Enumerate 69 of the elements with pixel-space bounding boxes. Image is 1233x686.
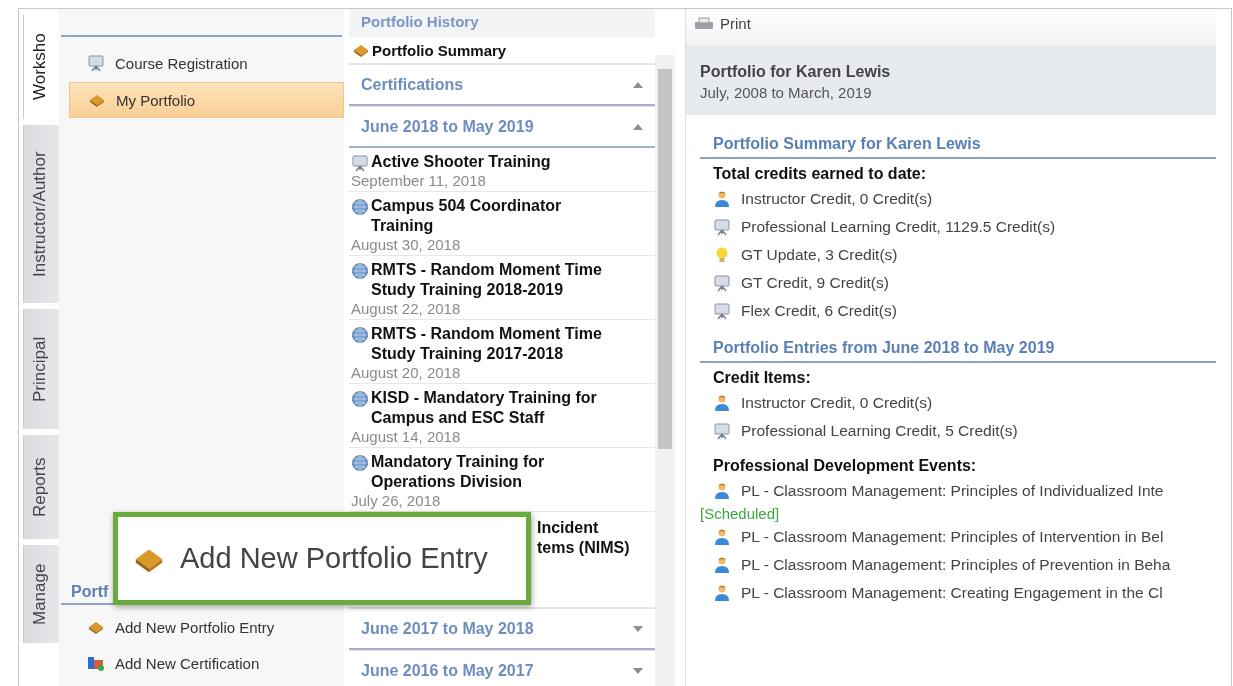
- section-heading: Portfolio Entries from June 2018 to May 2019: [713, 339, 1055, 356]
- credit-item: Professional Learning Credit, 5 Credit(s): [741, 422, 1018, 440]
- printer-icon: [694, 16, 714, 31]
- monitor-icon: [713, 302, 731, 320]
- group-label: Professional Development Events:: [713, 456, 978, 476]
- sidebar-link[interactable]: Add New Certification: [69, 646, 344, 680]
- entry-title[interactable]: Incident tems (NIMS): [537, 518, 655, 558]
- scrollbar[interactable]: [655, 55, 675, 686]
- credit-item: PL - Classroom Management: Principles of Prevention in Beha: [741, 556, 1171, 574]
- sidebar-item[interactable]: Course Registration: [69, 46, 344, 80]
- sidebar-link[interactable]: Add New Portfolio Entry: [69, 610, 344, 644]
- monitor-icon: [87, 54, 105, 72]
- person-icon: [713, 556, 731, 574]
- group-label: Credit Items:: [713, 368, 812, 388]
- vertical-tab[interactable]: Instructor/Author: [23, 125, 59, 303]
- entry-title[interactable]: RMTS - Random Moment Time Study Training 2018-2019: [371, 260, 611, 300]
- credit-item: GT Credit, 9 Credit(s): [741, 274, 889, 292]
- vertical-tab[interactable]: Manage: [23, 545, 59, 643]
- entry-title[interactable]: Campus 504 Coordinator Training: [371, 196, 611, 236]
- collapse-caret-icon[interactable]: [633, 123, 643, 130]
- collapse-caret-icon[interactable]: [633, 81, 643, 88]
- section-heading: Portfolio Summary for Karen Lewis: [713, 135, 981, 152]
- expand-caret-icon[interactable]: [633, 625, 643, 632]
- entry-date: August 22, 2018: [351, 300, 462, 317]
- monitor-icon: [713, 218, 731, 236]
- person-icon: [713, 394, 731, 412]
- monitor-icon: [713, 422, 731, 440]
- credit-item: GT Update, 3 Credit(s): [741, 246, 898, 264]
- certificate-icon: [87, 654, 105, 672]
- credit-item: Professional Learning Credit, 1129.5 Credit(s): [741, 218, 1056, 236]
- globe-icon: [351, 262, 369, 280]
- globe-icon: [351, 326, 369, 344]
- person-icon: [713, 584, 731, 602]
- credit-item: PL - Classroom Management: Principles of Intervention in Bel: [741, 528, 1164, 546]
- report-title: Portfolio for Karen Lewis: [700, 63, 892, 81]
- globe-icon: [351, 390, 369, 408]
- group-label: Total credits earned to date:: [713, 164, 928, 184]
- credit-item: Instructor Credit, 0 Credit(s): [741, 190, 933, 208]
- credit-item: PL - Classroom Management: Principles of Individualized Inte: [741, 482, 1164, 500]
- panel-title: Portfolio History: [361, 13, 479, 30]
- person-icon: [713, 190, 731, 208]
- person-icon: [713, 528, 731, 546]
- entry-title[interactable]: RMTS - Random Moment Time Study Training 2017-2018: [371, 324, 611, 364]
- credit-item: Instructor Credit, 0 Credit(s): [741, 394, 933, 412]
- globe-icon: [351, 454, 369, 472]
- entry-date: September 11, 2018: [351, 172, 487, 189]
- credit-item: PL - Classroom Management: Creating Engagement in the Cl: [741, 584, 1163, 602]
- entry-date: August 14, 2018: [351, 428, 462, 445]
- expand-caret-icon[interactable]: [633, 667, 643, 674]
- entry-title[interactable]: Mandatory Training for Operations Division: [371, 452, 611, 492]
- entry-date: July 26, 2018: [351, 492, 442, 509]
- sidebar-item[interactable]: My Portfolio: [69, 82, 344, 118]
- vertical-tab[interactable]: Principal: [23, 309, 59, 429]
- entry-title[interactable]: KISD - Mandatory Training for Campus and ESC Staff: [371, 388, 611, 428]
- print-button[interactable]: Print: [686, 9, 759, 38]
- person-icon: [713, 482, 731, 500]
- entry-date: August 20, 2018: [351, 364, 462, 381]
- vertical-tab[interactable]: Reports: [23, 435, 59, 539]
- section-heading: Portf: [71, 583, 109, 600]
- add-portfolio-entry-link[interactable]: Add New Portfolio Entry: [132, 541, 488, 576]
- monitor-icon: [713, 274, 731, 292]
- credit-item: Flex Credit, 6 Credit(s): [741, 302, 897, 320]
- entry-title[interactable]: Active Shooter Training: [371, 152, 611, 172]
- entry-date: August 30, 2018: [351, 236, 462, 253]
- globe-icon: [351, 198, 369, 216]
- status-label: [Scheduled]: [700, 505, 780, 522]
- portfolio-summary-link[interactable]: Portfolio Summary: [349, 37, 655, 64]
- report-period: July, 2008 to March, 2019: [700, 84, 873, 101]
- monitor-icon: [351, 154, 369, 172]
